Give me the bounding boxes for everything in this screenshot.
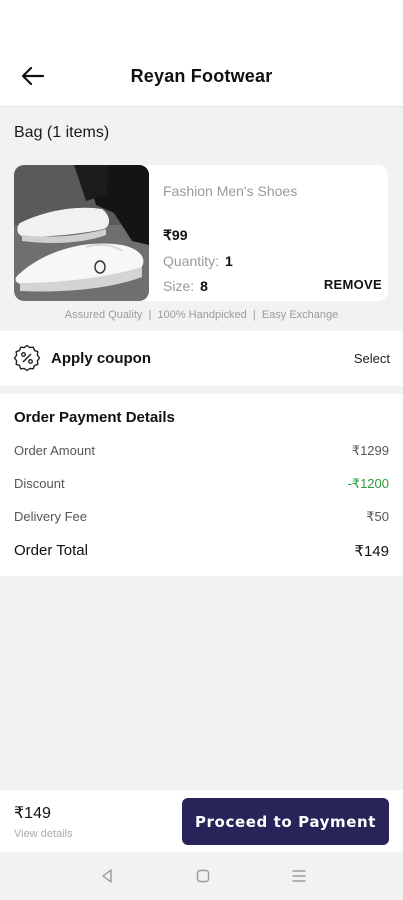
size-label: Size: (163, 278, 195, 294)
product-quantity: Quantity: 1 (163, 253, 233, 269)
size-value: 8 (200, 278, 208, 294)
product-name: Fashion Men's Shoes (163, 183, 298, 199)
menu-lines-icon (292, 870, 306, 882)
delivery-fee-row: Delivery Fee ₹50 (14, 509, 389, 525)
order-total-row: Order Total ₹149 (14, 542, 389, 560)
bag-title: Bag (1 items) (14, 124, 110, 141)
apply-coupon-row[interactable]: Apply coupon Select (0, 331, 403, 386)
nav-home-button[interactable] (193, 866, 213, 886)
coupon-percent-icon (13, 344, 41, 372)
view-details-link[interactable]: View details (14, 828, 73, 840)
assurance-text: Assured Quality | 100% Handpicked | Easy… (64, 309, 339, 321)
discount-label: Discount (14, 476, 65, 491)
order-payment-details: Order Payment Details Order Amount ₹1299… (0, 394, 403, 576)
product-price: ₹99 (163, 227, 188, 243)
order-amount-label: Order Amount (14, 443, 95, 458)
product-size: Size: 8 (163, 278, 208, 294)
discount-value: -₹1200 (347, 476, 389, 491)
app-header: Reyan Footwear (0, 0, 403, 107)
delivery-fee-value: ₹50 (366, 509, 389, 524)
delivery-fee-label: Delivery Fee (14, 509, 87, 524)
triangle-back-icon (102, 869, 112, 883)
product-image[interactable] (14, 165, 149, 301)
apply-coupon-label: Apply coupon (51, 350, 151, 367)
discount-row: Discount -₹1200 (14, 476, 389, 492)
bottom-total-price: ₹149 (14, 805, 51, 822)
coupon-select-link[interactable]: Select (354, 351, 390, 366)
checkout-bar: ₹149 View details Proceed to Payment (0, 790, 403, 852)
system-nav-bar (0, 852, 403, 900)
quantity-value: 1 (225, 253, 233, 269)
quantity-label: Quantity: (163, 253, 220, 269)
cart-item-card[interactable]: Fashion Men's Shoes ₹99 Quantity: 1 Size:… (14, 165, 388, 301)
order-amount-row: Order Amount ₹1299 (14, 443, 389, 459)
square-home-icon (196, 869, 210, 883)
remove-button[interactable]: REMOVE (324, 277, 382, 292)
page-title: Reyan Footwear (130, 66, 273, 86)
nav-back-button[interactable] (97, 866, 117, 886)
order-details-title: Order Payment Details (14, 409, 175, 426)
order-total-label: Order Total (14, 542, 88, 559)
order-amount-value: ₹1299 (351, 443, 389, 458)
proceed-to-payment-button[interactable]: Proceed to Payment (182, 798, 389, 845)
order-total-value: ₹149 (354, 543, 389, 560)
nav-menu-button[interactable] (289, 866, 309, 886)
